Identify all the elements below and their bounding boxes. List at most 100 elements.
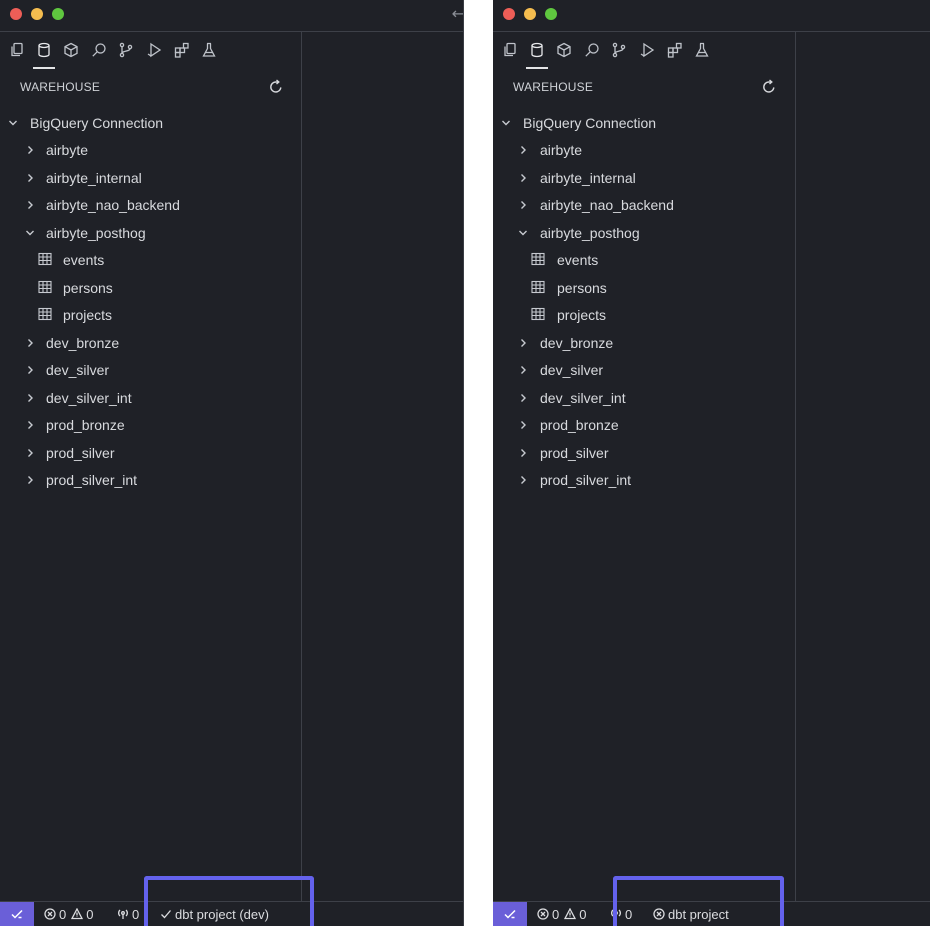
window-left: ← WAREHOUSE BigQuery Connection airbyte … [0, 0, 464, 926]
tree-item[interactable]: airbyte_nao_backend [493, 191, 793, 218]
tree-item-label: dev_silver_int [46, 389, 132, 406]
flask-icon[interactable] [198, 38, 220, 62]
refresh-icon[interactable] [268, 79, 286, 97]
run-icon[interactable] [143, 38, 165, 62]
problems-indicator[interactable]: 0 0 [44, 902, 93, 926]
chevron-right-icon [23, 198, 37, 212]
close-window-button[interactable] [503, 8, 515, 20]
tree-item[interactable]: airbyte_nao_backend [0, 191, 300, 218]
table-icon [38, 307, 54, 323]
table-item[interactable]: persons [493, 274, 793, 301]
minimize-window-button[interactable] [31, 8, 43, 20]
active-tab-indicator [526, 67, 548, 69]
problems-indicator[interactable]: 0 0 [537, 902, 586, 926]
tree-item[interactable]: dev_bronze [0, 329, 300, 356]
table-item[interactable]: events [493, 246, 793, 273]
tree-item-label: airbyte_internal [540, 169, 636, 186]
tree-item[interactable]: prod_silver [0, 439, 300, 466]
tree-item[interactable]: prod_silver_int [0, 466, 300, 493]
dbt-status-label: dbt project (dev) [175, 906, 269, 922]
table-item-label: projects [63, 306, 113, 323]
zoom-window-button[interactable] [52, 8, 64, 20]
tree-item-expanded[interactable]: airbyte_posthog [493, 219, 793, 246]
dbt-status[interactable]: dbt project [653, 902, 729, 926]
tree-item[interactable]: airbyte_internal [493, 164, 793, 191]
sidebar: WAREHOUSE BigQuery Connection airbyte ai… [493, 32, 796, 902]
tree-item[interactable]: prod_silver_int [493, 466, 793, 493]
cube-icon[interactable] [553, 38, 575, 62]
ports-indicator[interactable]: 0 [117, 902, 139, 926]
dbt-status[interactable]: dbt project (dev) [160, 902, 269, 926]
chevron-down-icon [6, 116, 20, 130]
broadcast-icon [118, 909, 128, 919]
chevron-right-icon [23, 336, 37, 350]
chevron-down-icon [516, 226, 530, 240]
tree-item[interactable]: airbyte [493, 136, 793, 163]
extensions-icon[interactable] [171, 38, 193, 62]
table-icon [38, 252, 54, 268]
zoom-window-button[interactable] [545, 8, 557, 20]
tree-root[interactable]: BigQuery Connection [493, 109, 793, 136]
tree-root[interactable]: BigQuery Connection [0, 109, 300, 136]
table-item[interactable]: projects [0, 301, 300, 328]
window-right: WAREHOUSE BigQuery Connection airbyte ai… [493, 0, 930, 926]
files-icon[interactable] [499, 38, 521, 62]
table-icon [531, 307, 547, 323]
tree-item[interactable]: dev_silver_int [0, 384, 300, 411]
section-title: WAREHOUSE [513, 80, 594, 94]
remote-icon[interactable] [0, 902, 34, 926]
table-item[interactable]: events [0, 246, 300, 273]
warning-count: 0 [579, 906, 587, 922]
chevron-right-icon [23, 473, 37, 487]
close-window-button[interactable] [10, 8, 22, 20]
files-icon[interactable] [6, 38, 28, 62]
tree-item[interactable]: dev_silver [493, 356, 793, 383]
back-arrow-icon[interactable]: ← [452, 4, 463, 23]
tree-item[interactable]: dev_silver [0, 356, 300, 383]
refresh-icon[interactable] [761, 79, 779, 97]
tree-item[interactable]: dev_bronze [493, 329, 793, 356]
extensions-icon[interactable] [664, 38, 686, 62]
tree-item[interactable]: prod_bronze [493, 411, 793, 438]
chevron-right-icon [516, 446, 530, 460]
tree-item[interactable]: airbyte [0, 136, 300, 163]
tree-item[interactable]: prod_silver [493, 439, 793, 466]
ports-indicator[interactable]: 0 [610, 902, 632, 926]
tree-item-label: airbyte [540, 141, 583, 158]
tree-item-label: dev_bronze [540, 334, 614, 351]
tree-item-label: prod_bronze [46, 416, 125, 433]
tree-item-expanded[interactable]: airbyte_posthog [0, 219, 300, 246]
table-item[interactable]: projects [493, 301, 793, 328]
section-title: WAREHOUSE [20, 80, 101, 94]
tree-item-label: airbyte_posthog [46, 224, 146, 241]
broadcast-icon [611, 909, 621, 919]
database-icon[interactable] [526, 38, 548, 62]
run-icon[interactable] [636, 38, 658, 62]
minimize-window-button[interactable] [524, 8, 536, 20]
tree-item[interactable]: prod_bronze [0, 411, 300, 438]
flask-icon[interactable] [691, 38, 713, 62]
table-item-label: events [557, 251, 599, 268]
tree-item-label: prod_silver [540, 444, 609, 461]
table-item[interactable]: persons [0, 274, 300, 301]
ports-count: 0 [132, 906, 140, 922]
search-icon[interactable] [581, 38, 603, 62]
tree-item-label: airbyte_nao_backend [46, 196, 180, 213]
table-icon [38, 280, 54, 296]
search-icon[interactable] [88, 38, 110, 62]
tree-item[interactable]: dev_silver_int [493, 384, 793, 411]
source-control-icon[interactable] [115, 38, 137, 62]
database-icon[interactable] [33, 38, 55, 62]
tree-root-label: BigQuery Connection [30, 114, 164, 131]
remote-icon[interactable] [493, 902, 527, 926]
chevron-right-icon [516, 198, 530, 212]
table-icon [531, 252, 547, 268]
chevron-right-icon [23, 391, 37, 405]
chevron-right-icon [516, 336, 530, 350]
tree-item[interactable]: airbyte_internal [0, 164, 300, 191]
cube-icon[interactable] [60, 38, 82, 62]
tree-item-label: dev_bronze [46, 334, 120, 351]
source-control-icon[interactable] [608, 38, 630, 62]
title-bar [493, 0, 930, 32]
ports-count: 0 [625, 906, 633, 922]
